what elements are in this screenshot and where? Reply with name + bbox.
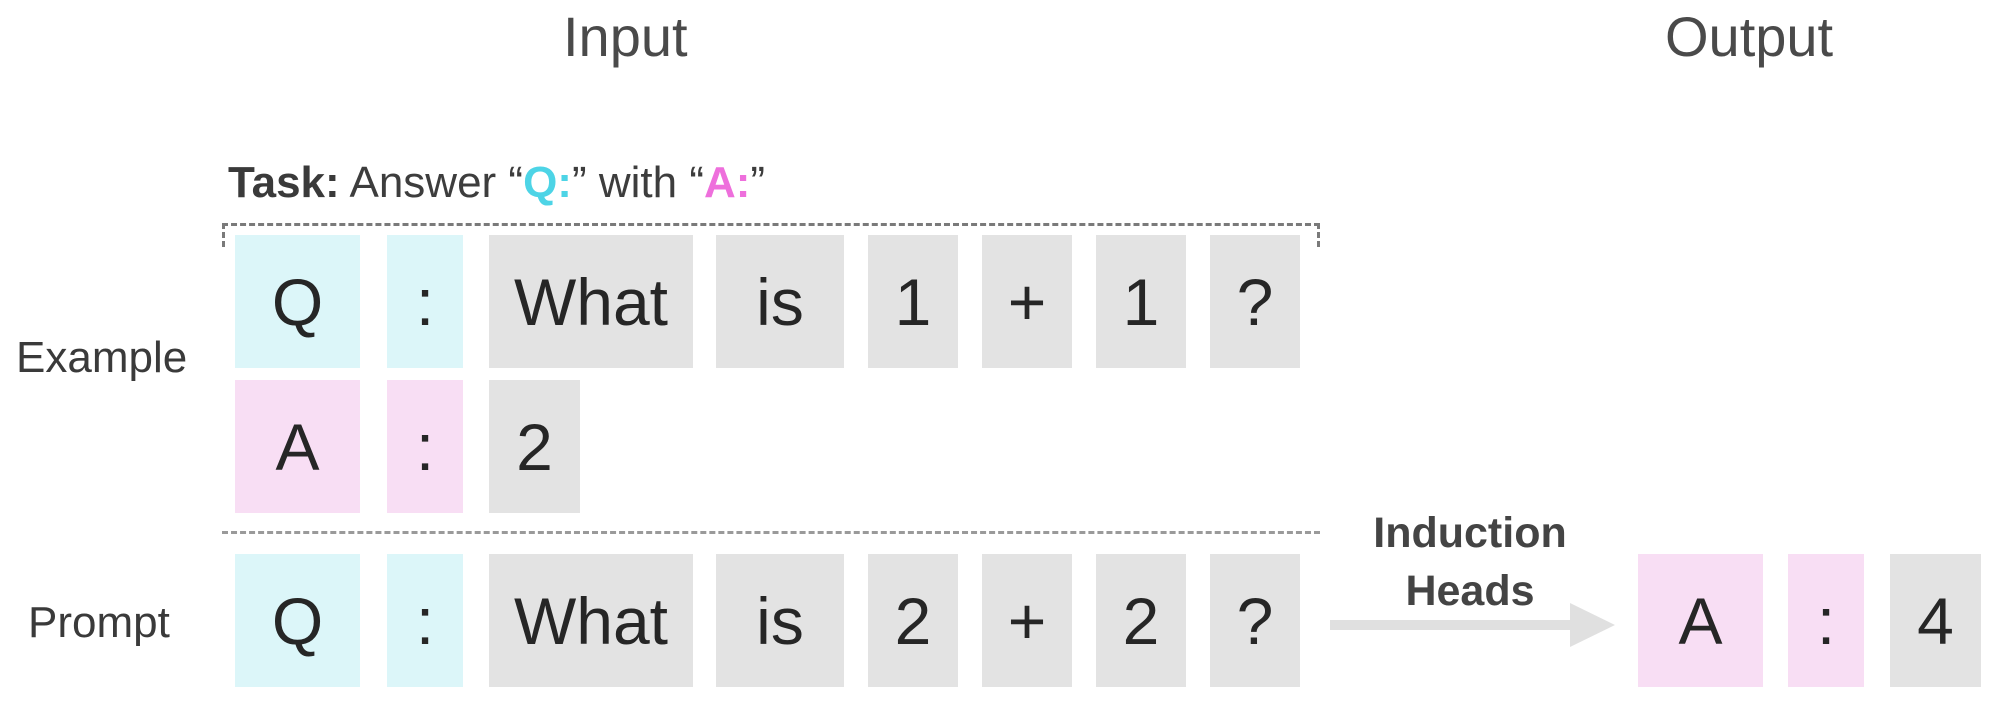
token: What — [489, 554, 693, 687]
token: : — [387, 235, 463, 368]
token: ? — [1210, 235, 1300, 368]
task-label: Task: — [228, 158, 340, 207]
input-heading: Input — [563, 5, 688, 68]
prompt-row: Q : What is 2 + 2 ? A : 4 — [0, 554, 2000, 687]
token: : — [387, 380, 463, 513]
task-q-marker: Q: — [523, 158, 572, 207]
task-text-1: Answer “ — [339, 158, 524, 207]
token: + — [982, 554, 1072, 687]
token: : — [387, 554, 463, 687]
token: A — [1638, 554, 1763, 687]
task-text-2: ” with “ — [571, 158, 704, 207]
example-question-row: Q : What is 1 + 1 ? — [0, 235, 2000, 368]
token: : — [1788, 554, 1864, 687]
task-a-marker: A: — [703, 158, 751, 207]
arrow-right-icon — [1330, 603, 1615, 647]
token: 2 — [1096, 554, 1186, 687]
example-prompt-divider — [222, 531, 1320, 534]
token: A — [235, 380, 360, 513]
token: What — [489, 235, 693, 368]
token: 2 — [489, 380, 580, 513]
task-description: Task: Answer “Q:” with “A:” — [228, 158, 765, 208]
output-heading: Output — [1665, 5, 1834, 68]
arrow-label-line1: Induction — [1373, 509, 1567, 557]
token: 2 — [868, 554, 958, 687]
token: Q — [235, 235, 360, 368]
token: 1 — [868, 235, 958, 368]
token: Q — [235, 554, 360, 687]
token: 4 — [1890, 554, 1981, 687]
token: is — [716, 235, 844, 368]
token: 1 — [1096, 235, 1186, 368]
token: is — [716, 554, 844, 687]
token: + — [982, 235, 1072, 368]
token: ? — [1210, 554, 1300, 687]
example-answer-row: A : 2 — [0, 380, 2000, 513]
task-text-3: ” — [750, 158, 766, 207]
